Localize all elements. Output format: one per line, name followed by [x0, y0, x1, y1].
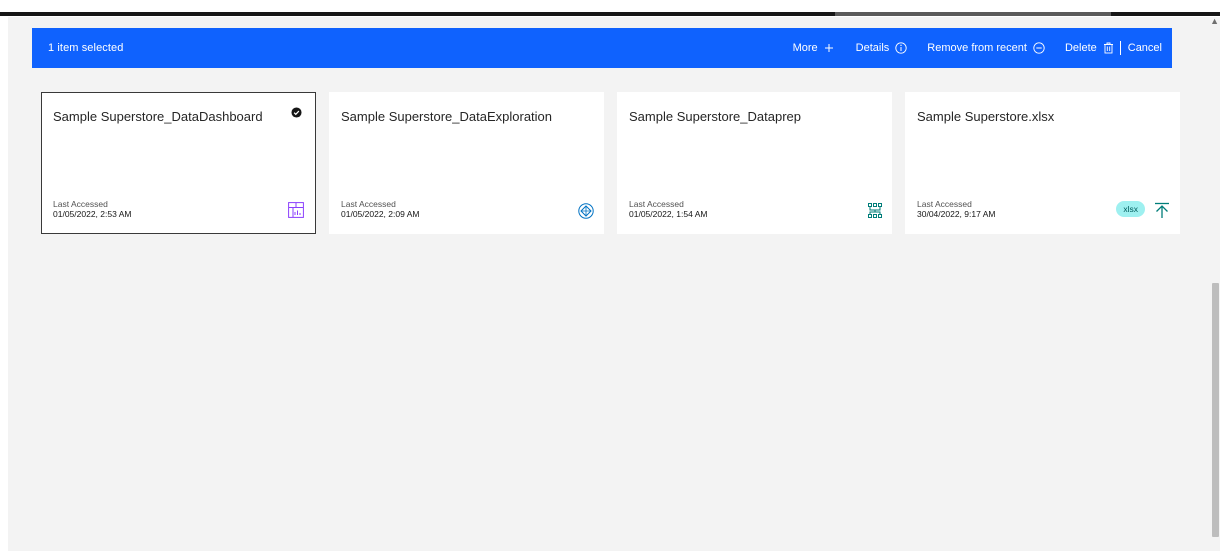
checkmark-filled-icon[interactable]	[291, 107, 302, 118]
tile-sample-superstore-dataexploration[interactable]: Sample Superstore_DataExploration Last A…	[329, 92, 604, 234]
last-accessed-label: Last Accessed	[53, 199, 108, 209]
top-bar	[0, 0, 1220, 17]
last-accessed-label: Last Accessed	[629, 199, 684, 209]
last-accessed-value: 01/05/2022, 1:54 AM	[629, 209, 708, 219]
last-accessed-value: 01/05/2022, 2:53 AM	[53, 209, 132, 219]
tile-title: Sample Superstore_Dataprep	[629, 109, 801, 124]
delete-button[interactable]: Delete	[1065, 42, 1114, 54]
action-divider	[1119, 41, 1121, 55]
exploration-icon	[578, 203, 594, 219]
cancel-button[interactable]: Cancel	[1128, 42, 1162, 54]
tile-title: Sample Superstore.xlsx	[917, 109, 1055, 124]
last-accessed-value: 30/04/2022, 9:17 AM	[917, 209, 996, 219]
tile-title: Sample Superstore_DataDashboard	[53, 109, 263, 124]
delete-label: Delete	[1064, 42, 1097, 54]
add-icon	[824, 44, 833, 52]
trash-icon	[1103, 42, 1113, 54]
tile-sample-superstore-xlsx[interactable]: Sample Superstore.xlsx Last Accessed 30/…	[905, 92, 1180, 234]
details-button[interactable]: Details	[856, 42, 908, 54]
more-button[interactable]: More	[793, 42, 834, 54]
top-gray-bar	[835, 12, 1111, 16]
last-accessed-value: 01/05/2022, 2:09 AM	[341, 209, 420, 219]
scrollbar-thumb[interactable]	[1212, 283, 1219, 537]
more-label: More	[792, 42, 818, 54]
selection-count: 1 item selected	[48, 42, 124, 54]
recent-page: ▲ 1 item selected More Details Remove fr…	[0, 0, 1220, 551]
file-type-badge: xlsx	[1116, 201, 1145, 217]
last-accessed-label: Last Accessed	[341, 199, 396, 209]
scrollbar[interactable]	[1211, 17, 1220, 551]
selection-action-bar: 1 item selected More Details Remove from…	[32, 28, 1172, 68]
dashboard-icon	[288, 202, 304, 218]
subtract-circle-icon	[1033, 42, 1045, 54]
last-accessed-label: Last Accessed	[917, 199, 972, 209]
info-icon	[895, 42, 907, 54]
upload-icon	[1155, 202, 1169, 218]
tile-sample-superstore-dataprep[interactable]: Sample Superstore_Dataprep Last Accessed…	[617, 92, 892, 234]
details-label: Details	[855, 42, 890, 54]
scroll-up-icon[interactable]: ▲	[1210, 16, 1219, 26]
tile-title: Sample Superstore_DataExploration	[341, 109, 553, 124]
data-module-icon	[868, 203, 882, 218]
tile-sample-superstore-datadashboard[interactable]: Sample Superstore_DataDashboard Last Acc…	[41, 92, 316, 234]
remove-from-recent-button[interactable]: Remove from recent	[927, 42, 1045, 54]
cancel-label: Cancel	[1127, 42, 1162, 54]
remove-label: Remove from recent	[927, 42, 1027, 54]
